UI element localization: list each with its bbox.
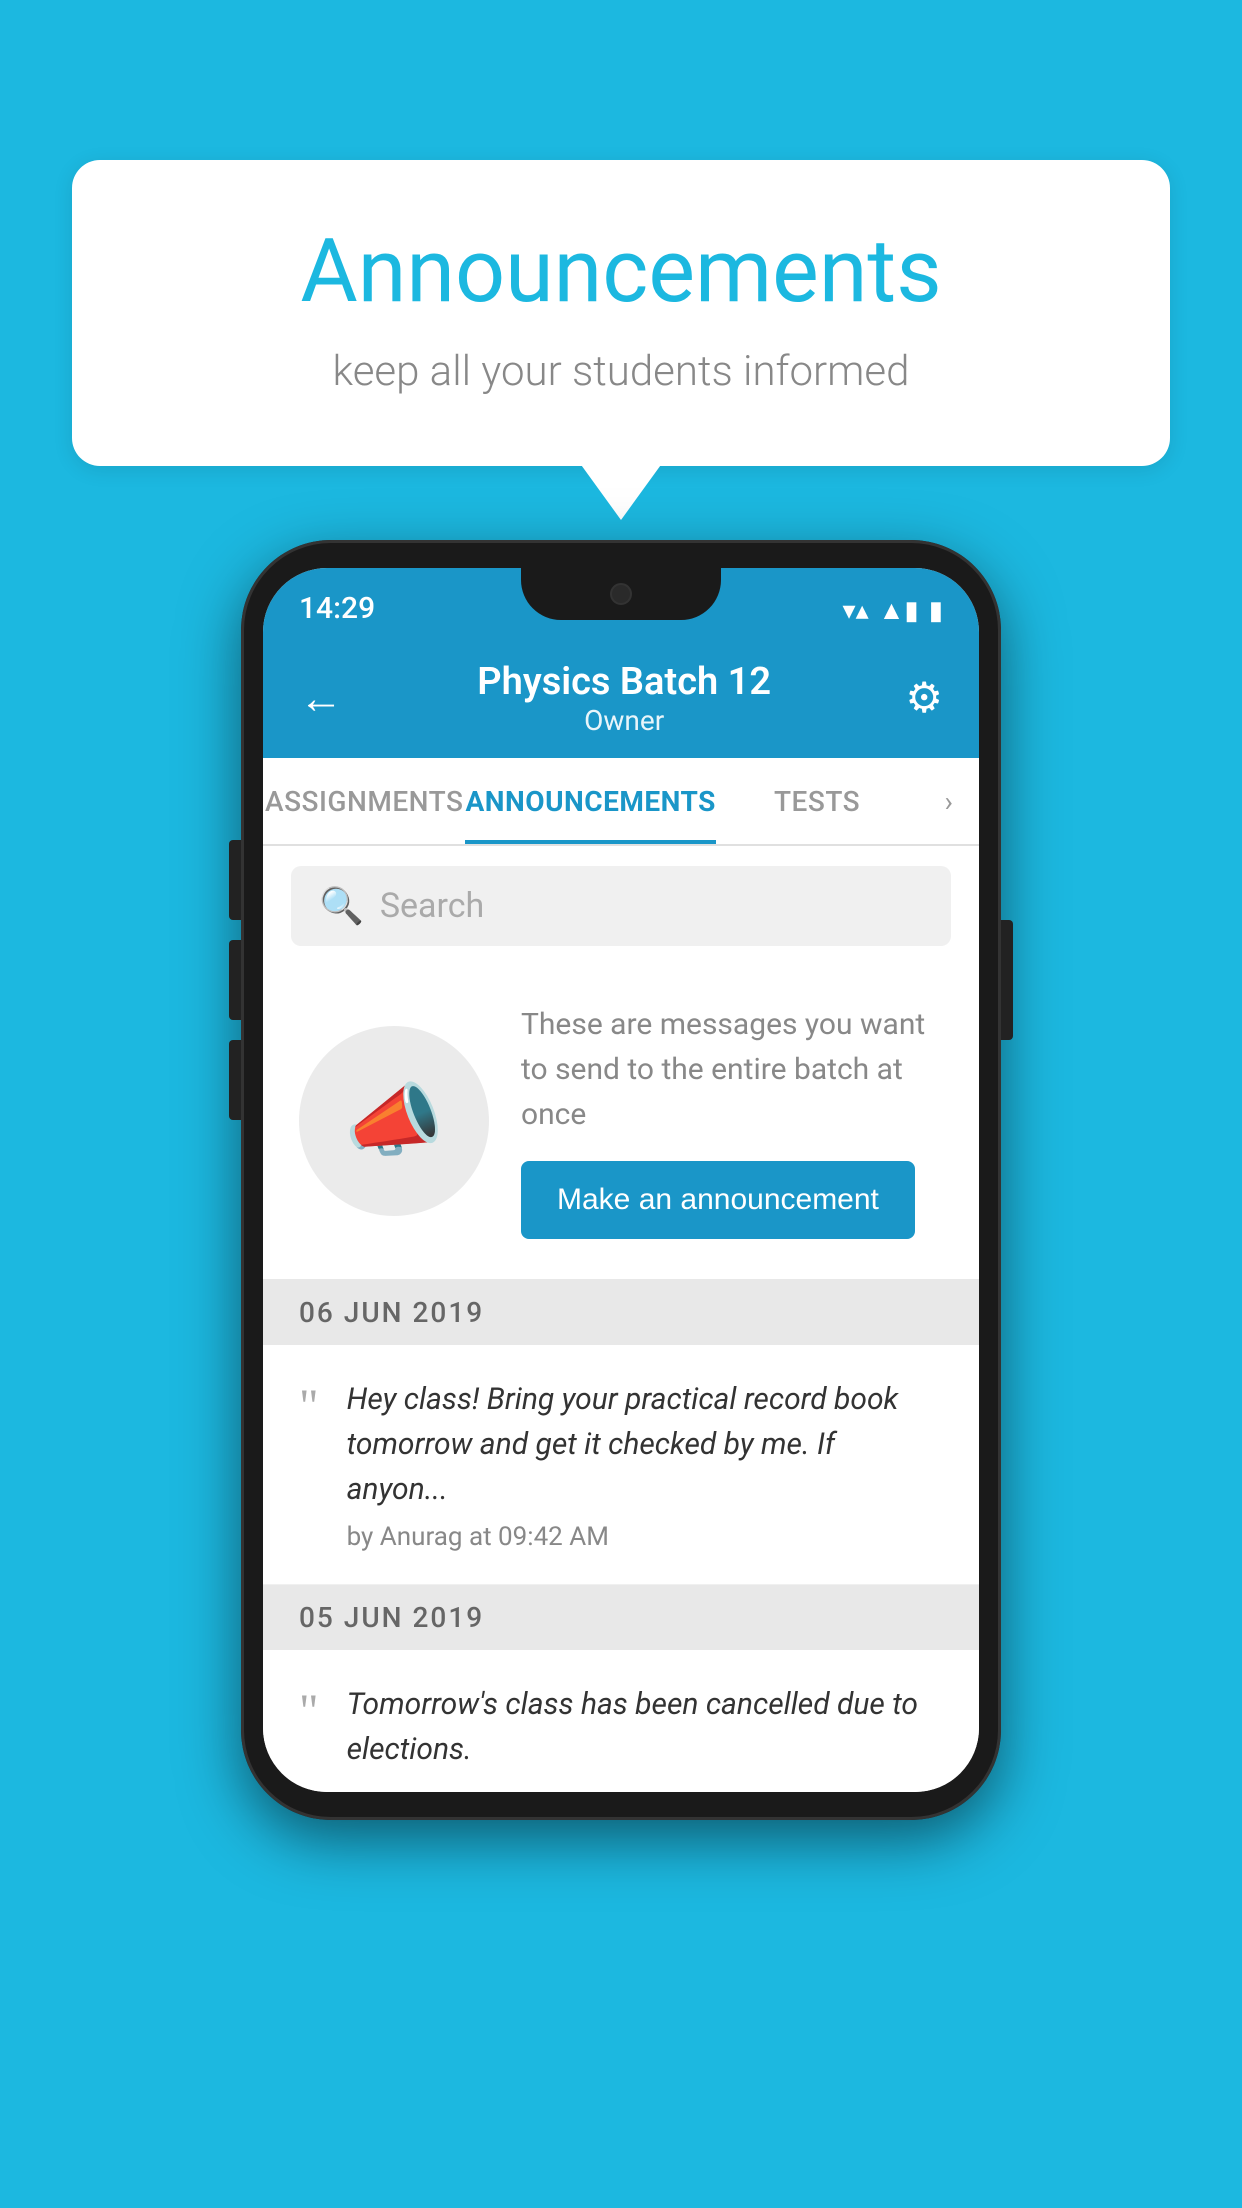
gear-icon[interactable]: ⚙ (905, 673, 943, 723)
make-announcement-button[interactable]: Make an announcement (521, 1161, 915, 1239)
notch (521, 568, 721, 620)
announcement-text-1: Hey class! Bring your practical record b… (347, 1377, 943, 1512)
promo-icon-circle: 📣 (299, 1026, 489, 1216)
search-icon: 🔍 (319, 885, 364, 927)
app-bar-subtitle: Owner (477, 704, 771, 737)
search-input[interactable]: Search (380, 886, 484, 926)
app-bar-title-group: Physics Batch 12 Owner (477, 660, 771, 737)
phone-mockup: 14:29 ▾▴ ▲▮ ▮ ← Physics Batch 12 Owner ⚙ (241, 540, 1001, 1820)
announcement-content-1: Hey class! Bring your practical record b… (347, 1377, 943, 1552)
speech-bubble-container: Announcements keep all your students inf… (72, 160, 1170, 466)
announcement-promo: 📣 These are messages you want to send to… (263, 966, 979, 1280)
announcement-text-2: Tomorrow's class has been cancelled due … (347, 1682, 943, 1772)
tab-tests[interactable]: TESTS (716, 758, 918, 844)
tabs-bar: ASSIGNMENTS ANNOUNCEMENTS TESTS › (263, 758, 979, 846)
date-divider-1: 06 JUN 2019 (263, 1280, 979, 1345)
tab-assignments[interactable]: ASSIGNMENTS (263, 758, 465, 844)
phone-outer: 14:29 ▾▴ ▲▮ ▮ ← Physics Batch 12 Owner ⚙ (241, 540, 1001, 1820)
app-bar-title: Physics Batch 12 (477, 660, 771, 704)
announcement-content-2: Tomorrow's class has been cancelled due … (347, 1682, 943, 1772)
signal-icon: ▲▮ (879, 595, 919, 626)
speech-bubble-subtitle: keep all your students informed (152, 347, 1090, 396)
tab-announcements[interactable]: ANNOUNCEMENTS (465, 758, 715, 844)
date-divider-2: 05 JUN 2019 (263, 1585, 979, 1650)
speech-bubble: Announcements keep all your students inf… (72, 160, 1170, 466)
camera (610, 583, 632, 605)
phone-screen: 14:29 ▾▴ ▲▮ ▮ ← Physics Batch 12 Owner ⚙ (263, 568, 979, 1792)
promo-description: These are messages you want to send to t… (521, 1002, 943, 1137)
announcement-item-1[interactable]: " Hey class! Bring your practical record… (263, 1345, 979, 1585)
promo-content: These are messages you want to send to t… (521, 1002, 943, 1239)
megaphone-icon: 📣 (344, 1074, 444, 1168)
app-bar: ← Physics Batch 12 Owner ⚙ (263, 638, 979, 758)
battery-icon: ▮ (929, 596, 943, 626)
search-container: 🔍 Search (263, 846, 979, 966)
speech-bubble-title: Announcements (152, 220, 1090, 323)
announcement-item-2[interactable]: " Tomorrow's class has been cancelled du… (263, 1650, 979, 1792)
search-bar[interactable]: 🔍 Search (291, 866, 951, 946)
quote-icon-1: " (299, 1383, 319, 1431)
back-button[interactable]: ← (299, 672, 343, 724)
status-time: 14:29 (299, 591, 375, 626)
quote-icon-2: " (299, 1688, 319, 1736)
wifi-icon: ▾▴ (843, 596, 869, 626)
status-icons: ▾▴ ▲▮ ▮ (843, 595, 943, 626)
tab-more[interactable]: › (918, 758, 979, 844)
announcement-meta-1: by Anurag at 09:42 AM (347, 1522, 943, 1552)
